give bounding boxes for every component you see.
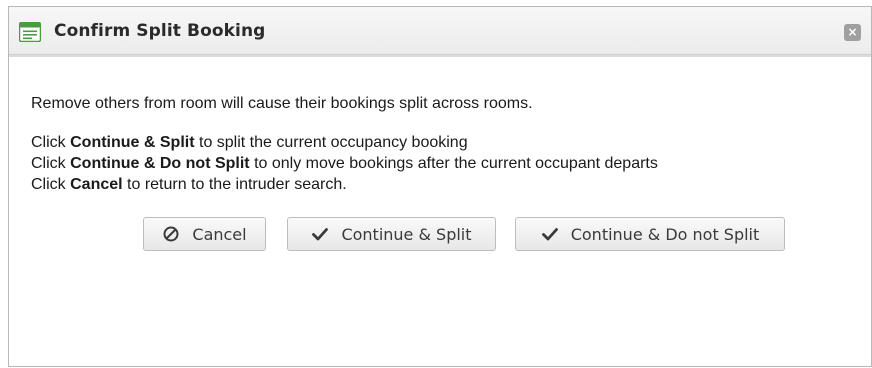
- instruction-prefix: Click: [31, 134, 71, 151]
- instruction-keyword: Cancel: [70, 176, 123, 193]
- confirm-split-booking-dialog: Confirm Split Booking × Remove others fr…: [8, 6, 872, 367]
- checkmark-icon: [311, 225, 329, 243]
- instruction-keyword: Continue & Do not Split: [70, 155, 250, 172]
- dialog-titlebar[interactable]: Confirm Split Booking ×: [9, 7, 871, 55]
- instruction-suffix: to split the current occupancy booking: [194, 134, 468, 151]
- continue-split-button[interactable]: Continue & Split: [287, 217, 496, 251]
- instruction-line-no-split: Click Continue & Do not Split to only mo…: [31, 155, 658, 173]
- cancel-icon: [162, 225, 180, 243]
- message-text: Remove others from room will cause their…: [31, 95, 533, 112]
- dialog-body: Remove others from room will cause their…: [9, 55, 871, 368]
- instruction-suffix: to only move bookings after the current …: [249, 155, 658, 172]
- checkmark-icon: [541, 225, 559, 243]
- continue-no-split-button-label: Continue & Do not Split: [570, 224, 760, 244]
- instruction-prefix: Click: [31, 176, 71, 193]
- instruction-line-split: Click Continue & Split to split the curr…: [31, 134, 468, 152]
- continue-split-button-label: Continue & Split: [341, 224, 472, 244]
- cancel-button-label: Cancel: [192, 224, 247, 244]
- instruction-keyword: Continue & Split: [70, 134, 195, 151]
- cancel-button[interactable]: Cancel: [143, 217, 266, 251]
- instruction-prefix: Click: [31, 155, 71, 172]
- window-icon: [18, 21, 42, 43]
- close-icon[interactable]: ×: [844, 24, 861, 41]
- dialog-title: Confirm Split Booking: [54, 21, 266, 41]
- continue-no-split-button[interactable]: Continue & Do not Split: [515, 217, 785, 251]
- instruction-suffix: to return to the intruder search.: [122, 176, 347, 193]
- instruction-line-cancel: Click Cancel to return to the intruder s…: [31, 176, 347, 194]
